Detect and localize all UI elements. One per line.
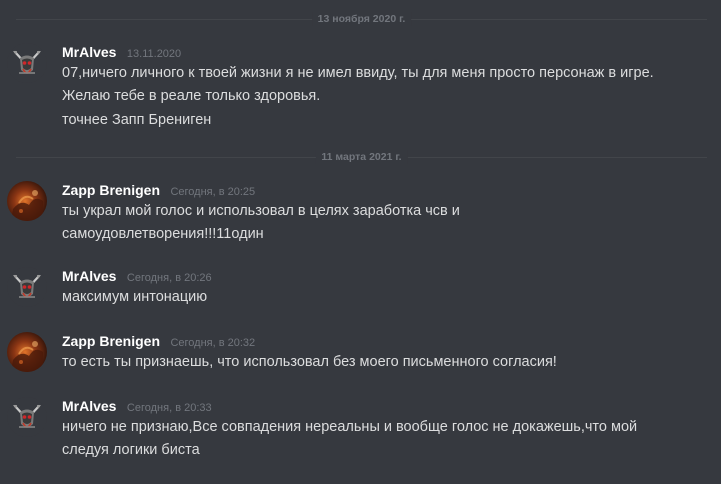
avatar[interactable]	[7, 181, 47, 221]
message-header: MrAlves 13.11.2020	[62, 42, 181, 62]
username[interactable]: Zapp Brenigen	[62, 182, 160, 198]
timestamp: Сегодня, в 20:32	[170, 337, 256, 349]
zapp-avatar-icon	[7, 332, 47, 372]
mralves-avatar-icon	[7, 397, 47, 437]
zapp-avatar-icon	[7, 181, 47, 221]
avatar[interactable]	[7, 397, 47, 437]
date-divider: 13 ноября 2020 г.	[16, 12, 707, 26]
username[interactable]: MrAlves	[62, 44, 116, 60]
avatar[interactable]	[7, 267, 47, 307]
message-text: ты украл мой голос и использовал в целях…	[62, 203, 460, 242]
mralves-avatar-icon	[7, 267, 47, 307]
date-divider-label: 11 марта 2021 г.	[315, 150, 408, 164]
timestamp: 13.11.2020	[126, 48, 182, 60]
message-header: Zapp Brenigen Сегодня, в 20:32	[62, 331, 255, 351]
message-text: 07,ничего личного к твоей жизни я не име…	[62, 65, 654, 104]
avatar[interactable]	[7, 43, 47, 83]
avatar[interactable]	[7, 332, 47, 372]
message-text: максимум интонацию	[62, 289, 208, 305]
timestamp: Сегодня, в 20:25	[170, 186, 256, 198]
chat-messages: 13 ноября 2020 г. MrAlves 13.11.2020 07,…	[0, 0, 721, 484]
message-header: MrAlves Сегодня, в 20:26	[62, 266, 212, 286]
username[interactable]: MrAlves	[62, 398, 116, 414]
message-text: то есть ты признаешь, что использовал бе…	[62, 354, 557, 370]
message-text: точнее Запп Брениген	[62, 112, 212, 128]
message-header: MrAlves Сегодня, в 20:33	[62, 396, 212, 416]
username[interactable]: Zapp Brenigen	[62, 333, 160, 349]
message-header: Zapp Brenigen Сегодня, в 20:25	[62, 180, 255, 200]
username[interactable]: MrAlves	[62, 268, 116, 284]
message-text: ничего не признаю,Все совпадения нереаль…	[62, 419, 638, 458]
timestamp: Сегодня, в 20:26	[126, 272, 212, 284]
mralves-avatar-icon	[7, 43, 47, 83]
date-divider: 11 марта 2021 г.	[16, 150, 707, 164]
date-divider-label: 13 ноября 2020 г.	[311, 12, 412, 26]
timestamp: Сегодня, в 20:33	[126, 402, 212, 414]
